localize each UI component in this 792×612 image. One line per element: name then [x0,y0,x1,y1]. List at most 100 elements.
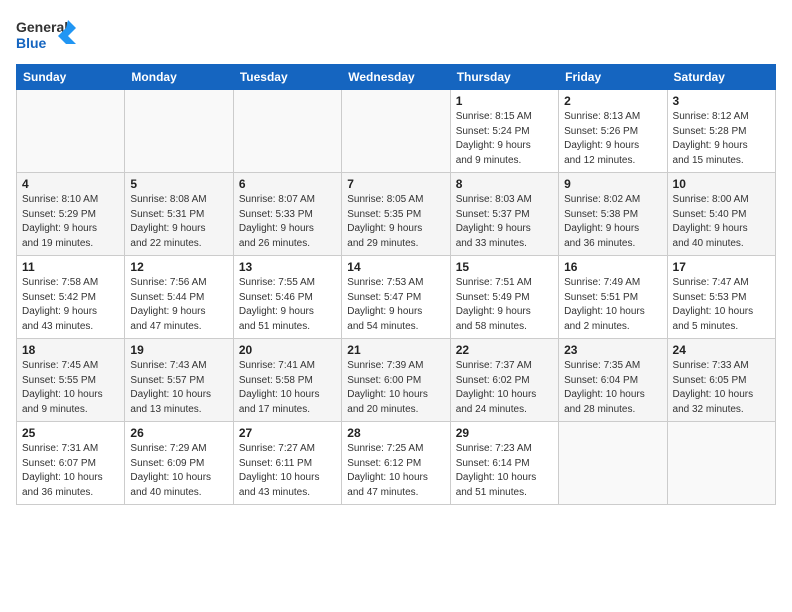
day-number: 24 [673,343,770,357]
logo: General Blue [16,16,76,56]
day-info: Sunrise: 7:29 AM Sunset: 6:09 PM Dayligh… [130,442,227,500]
calendar-cell: 8Sunrise: 8:03 AM Sunset: 5:37 PM Daylig… [450,173,558,256]
calendar-cell: 4Sunrise: 8:10 AM Sunset: 5:29 PM Daylig… [17,173,125,256]
calendar-cell: 20 Sunrise: 7:41 AM Sunset: 5:58 PM Dayli… [233,339,341,422]
day-info: Sunrise: 7:39 AM Sunset: 6:00 PM Dayligh… [347,359,444,417]
day-info: Sunrise: 8:07 AM Sunset: 5:33 PM Dayligh… [239,193,336,251]
day-number: 11 [22,260,119,274]
calendar-cell: 6 Sunrise: 8:07 AM Sunset: 5:33 PM Daylig… [233,173,341,256]
calendar-cell [342,90,450,173]
calendar-cell: 2Sunrise: 8:13 AM Sunset: 5:26 PM Daylig… [559,90,667,173]
calendar-cell: 18 Sunrise: 7:45 AM Sunset: 5:55 PM Dayli… [17,339,125,422]
calendar-week-4: 18 Sunrise: 7:45 AM Sunset: 5:55 PM Dayli… [17,339,776,422]
day-info: Sunrise: 8:00 AM Sunset: 5:40 PM Dayligh… [673,193,770,251]
calendar-cell: 29Sunrise: 7:23 AM Sunset: 6:14 PM Dayli… [450,422,558,505]
column-header-sunday: Sunday [17,65,125,90]
calendar-week-5: 25 Sunrise: 7:31 AM Sunset: 6:07 PM Dayli… [17,422,776,505]
column-header-wednesday: Wednesday [342,65,450,90]
day-info: Sunrise: 7:31 AM Sunset: 6:07 PM Dayligh… [22,442,119,500]
calendar-cell: 1 Sunrise: 8:15 AM Sunset: 5:24 PM Daylig… [450,90,558,173]
day-info: Sunrise: 7:45 AM Sunset: 5:55 PM Dayligh… [22,359,119,417]
svg-text:General: General [16,19,68,35]
column-header-friday: Friday [559,65,667,90]
day-info: Sunrise: 7:37 AM Sunset: 6:02 PM Dayligh… [456,359,553,417]
day-info: Sunrise: 8:12 AM Sunset: 5:28 PM Dayligh… [673,110,770,168]
day-number: 17 [673,260,770,274]
day-number: 16 [564,260,661,274]
calendar-cell: 12 Sunrise: 7:56 AM Sunset: 5:44 PM Dayli… [125,256,233,339]
day-info: Sunrise: 7:47 AM Sunset: 5:53 PM Dayligh… [673,276,770,334]
day-number: 15 [456,260,553,274]
calendar-cell: 22 Sunrise: 7:37 AM Sunset: 6:02 PM Dayli… [450,339,558,422]
column-header-monday: Monday [125,65,233,90]
day-info: Sunrise: 8:08 AM Sunset: 5:31 PM Dayligh… [130,193,227,251]
calendar-table: SundayMondayTuesdayWednesdayThursdayFrid… [16,64,776,505]
day-number: 7 [347,177,444,191]
page-header: General Blue [16,16,776,56]
day-info: Sunrise: 8:02 AM Sunset: 5:38 PM Dayligh… [564,193,661,251]
day-number: 12 [130,260,227,274]
column-header-thursday: Thursday [450,65,558,90]
day-number: 20 [239,343,336,357]
calendar-cell: 5 Sunrise: 8:08 AM Sunset: 5:31 PM Daylig… [125,173,233,256]
day-number: 1 [456,94,553,108]
calendar-body: 1 Sunrise: 8:15 AM Sunset: 5:24 PM Daylig… [17,90,776,505]
calendar-cell: 7 Sunrise: 8:05 AM Sunset: 5:35 PM Daylig… [342,173,450,256]
day-info: Sunrise: 7:27 AM Sunset: 6:11 PM Dayligh… [239,442,336,500]
calendar-cell: 28 Sunrise: 7:25 AM Sunset: 6:12 PM Dayli… [342,422,450,505]
calendar-cell: 15 Sunrise: 7:51 AM Sunset: 5:49 PM Dayli… [450,256,558,339]
day-info: Sunrise: 7:51 AM Sunset: 5:49 PM Dayligh… [456,276,553,334]
calendar-cell: 27Sunrise: 7:27 AM Sunset: 6:11 PM Dayli… [233,422,341,505]
day-info: Sunrise: 7:58 AM Sunset: 5:42 PM Dayligh… [22,276,119,334]
column-header-tuesday: Tuesday [233,65,341,90]
calendar-cell: 24 Sunrise: 7:33 AM Sunset: 6:05 PM Dayli… [667,339,775,422]
calendar-cell: 21 Sunrise: 7:39 AM Sunset: 6:00 PM Dayli… [342,339,450,422]
calendar-cell: 14 Sunrise: 7:53 AM Sunset: 5:47 PM Dayli… [342,256,450,339]
day-number: 21 [347,343,444,357]
day-number: 23 [564,343,661,357]
day-info: Sunrise: 7:41 AM Sunset: 5:58 PM Dayligh… [239,359,336,417]
calendar-cell: 16 Sunrise: 7:49 AM Sunset: 5:51 PM Dayli… [559,256,667,339]
day-info: Sunrise: 7:53 AM Sunset: 5:47 PM Dayligh… [347,276,444,334]
svg-text:Blue: Blue [16,35,47,51]
day-number: 5 [130,177,227,191]
day-info: Sunrise: 7:55 AM Sunset: 5:46 PM Dayligh… [239,276,336,334]
day-number: 14 [347,260,444,274]
calendar-week-2: 4Sunrise: 8:10 AM Sunset: 5:29 PM Daylig… [17,173,776,256]
calendar-week-1: 1 Sunrise: 8:15 AM Sunset: 5:24 PM Daylig… [17,90,776,173]
calendar-cell: 26 Sunrise: 7:29 AM Sunset: 6:09 PM Dayli… [125,422,233,505]
day-number: 10 [673,177,770,191]
day-info: Sunrise: 8:10 AM Sunset: 5:29 PM Dayligh… [22,193,119,251]
calendar-cell [559,422,667,505]
day-info: Sunrise: 8:15 AM Sunset: 5:24 PM Dayligh… [456,110,553,168]
day-info: Sunrise: 7:33 AM Sunset: 6:05 PM Dayligh… [673,359,770,417]
day-number: 28 [347,426,444,440]
day-info: Sunrise: 7:35 AM Sunset: 6:04 PM Dayligh… [564,359,661,417]
day-info: Sunrise: 7:25 AM Sunset: 6:12 PM Dayligh… [347,442,444,500]
calendar-cell: 17 Sunrise: 7:47 AM Sunset: 5:53 PM Dayli… [667,256,775,339]
calendar-cell: 13 Sunrise: 7:55 AM Sunset: 5:46 PM Dayli… [233,256,341,339]
day-number: 3 [673,94,770,108]
calendar-cell [667,422,775,505]
calendar-cell: 23 Sunrise: 7:35 AM Sunset: 6:04 PM Dayli… [559,339,667,422]
day-info: Sunrise: 7:43 AM Sunset: 5:57 PM Dayligh… [130,359,227,417]
day-number: 25 [22,426,119,440]
calendar-cell [233,90,341,173]
day-number: 6 [239,177,336,191]
logo-svg: General Blue [16,16,76,56]
day-info: Sunrise: 8:05 AM Sunset: 5:35 PM Dayligh… [347,193,444,251]
calendar-cell: 19 Sunrise: 7:43 AM Sunset: 5:57 PM Dayli… [125,339,233,422]
calendar-cell: 10 Sunrise: 8:00 AM Sunset: 5:40 PM Dayli… [667,173,775,256]
day-number: 26 [130,426,227,440]
day-number: 22 [456,343,553,357]
day-number: 18 [22,343,119,357]
day-number: 13 [239,260,336,274]
calendar-cell: 9 Sunrise: 8:02 AM Sunset: 5:38 PM Daylig… [559,173,667,256]
day-number: 2 [564,94,661,108]
day-number: 19 [130,343,227,357]
day-number: 29 [456,426,553,440]
day-number: 9 [564,177,661,191]
day-info: Sunrise: 7:56 AM Sunset: 5:44 PM Dayligh… [130,276,227,334]
day-info: Sunrise: 7:49 AM Sunset: 5:51 PM Dayligh… [564,276,661,334]
calendar-week-3: 11 Sunrise: 7:58 AM Sunset: 5:42 PM Dayli… [17,256,776,339]
